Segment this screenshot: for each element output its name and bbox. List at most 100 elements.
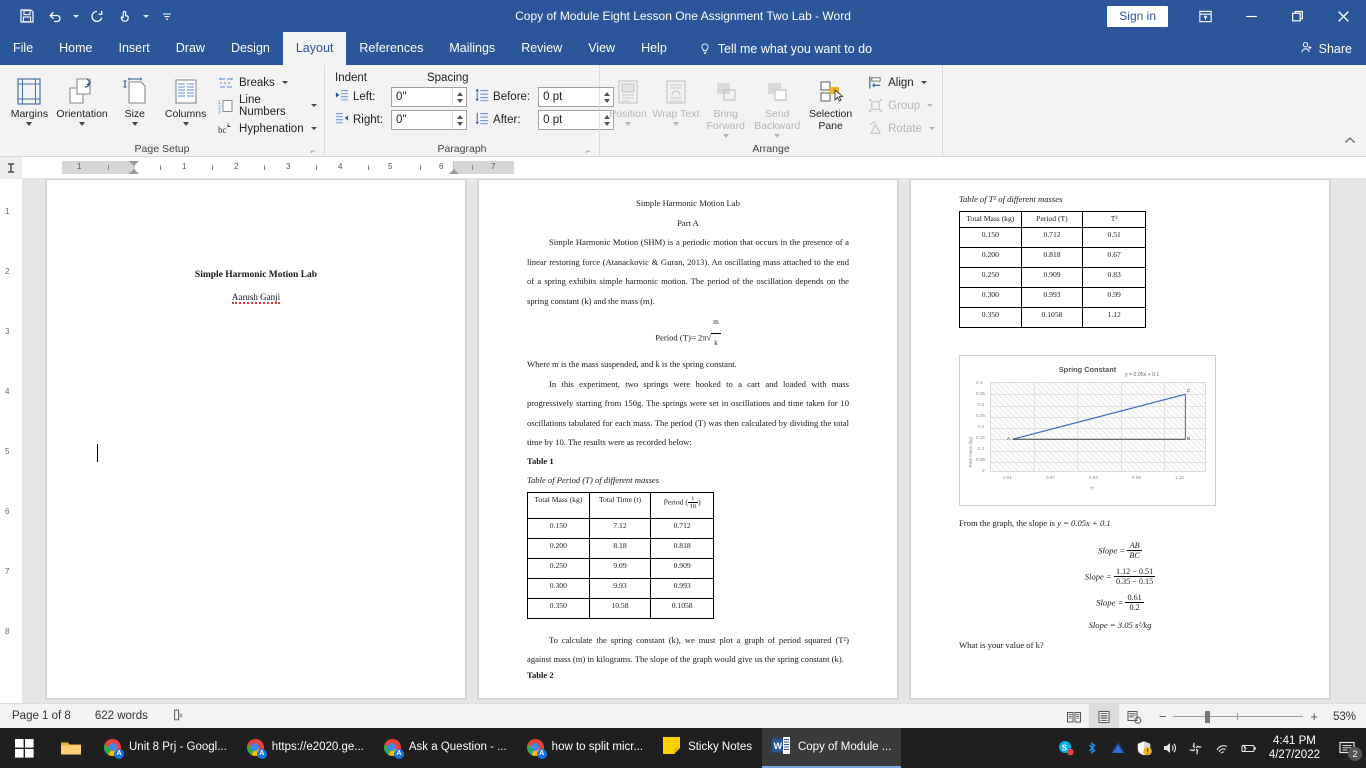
bluetooth-icon[interactable] xyxy=(1079,728,1105,768)
send-backward-button[interactable]: Send Backward xyxy=(752,68,804,138)
send-backward-caret-icon[interactable] xyxy=(774,134,781,138)
right-indent-marker[interactable] xyxy=(449,169,459,174)
tab-view[interactable]: View xyxy=(575,32,628,65)
orientation-caret-icon[interactable] xyxy=(79,122,86,126)
touch-mode-icon[interactable] xyxy=(112,3,138,29)
taskbar-item-4[interactable]: Sticky Notes xyxy=(653,728,762,768)
zoom-out-button[interactable]: − xyxy=(1159,709,1167,724)
spacing-after-input[interactable] xyxy=(539,111,600,129)
align-button[interactable]: Align xyxy=(864,71,938,94)
hyphenation-caret-icon[interactable] xyxy=(310,127,317,130)
indent-left-input[interactable] xyxy=(392,88,453,106)
wrap-text-caret-icon[interactable] xyxy=(672,122,679,126)
taskbar-item-5[interactable]: W Copy of Module ... xyxy=(761,728,902,768)
indent-left-field[interactable] xyxy=(391,87,468,107)
columns-button[interactable]: Columns xyxy=(160,68,211,126)
slack-icon[interactable] xyxy=(1183,728,1209,768)
battery-icon[interactable] xyxy=(1235,728,1261,768)
tab-file[interactable]: File xyxy=(0,32,46,65)
file-explorer-icon[interactable] xyxy=(48,728,94,768)
taskbar-clock[interactable]: 4:41 PM 4/27/2022 xyxy=(1261,734,1328,762)
size-button[interactable]: Size xyxy=(109,68,160,126)
ribbon-display-options-icon[interactable] xyxy=(1182,0,1228,32)
tab-layout[interactable]: Layout xyxy=(282,32,347,65)
indent-right-input[interactable] xyxy=(392,111,453,129)
share-button[interactable]: Share xyxy=(1299,32,1352,65)
hanging-indent-marker[interactable] xyxy=(129,169,139,174)
margins-button[interactable]: Margins xyxy=(4,68,55,126)
close-icon[interactable] xyxy=(1320,0,1366,32)
windows-start-icon[interactable] xyxy=(0,728,48,768)
skype-icon[interactable]: S xyxy=(1053,728,1079,768)
sign-in-button[interactable]: Sign in xyxy=(1107,5,1168,27)
orientation-button[interactable]: Orientation xyxy=(55,68,110,126)
undo-dropdown-icon[interactable] xyxy=(70,3,82,29)
bring-forward-caret-icon[interactable] xyxy=(722,134,729,138)
margins-caret-icon[interactable] xyxy=(26,122,33,126)
horizontal-ruler[interactable]: 1 1 2 3 4 5 6 7 xyxy=(0,156,1366,179)
hyphenation-button[interactable]: bc a Hyphenation xyxy=(215,117,320,140)
word-count[interactable]: 622 words xyxy=(83,710,160,722)
selection-pane-button[interactable]: Selection Pane xyxy=(803,68,858,132)
indent-right-spinner[interactable] xyxy=(452,110,466,130)
undo-icon[interactable] xyxy=(42,3,68,29)
tab-design[interactable]: Design xyxy=(218,32,283,65)
page-setup-dialog-launcher[interactable]: ⌐ xyxy=(308,146,318,156)
print-layout-view-button[interactable] xyxy=(1088,704,1119,729)
tab-draw[interactable]: Draw xyxy=(163,32,218,65)
document-page-3[interactable]: Table of T² of different masses Total Ma… xyxy=(910,179,1330,699)
group-caret-icon[interactable] xyxy=(927,104,934,107)
zoom-slider-thumb[interactable] xyxy=(1205,710,1211,723)
collapse-ribbon-icon[interactable] xyxy=(1340,131,1360,151)
breaks-button[interactable]: Breaks xyxy=(215,71,320,94)
zoom-control[interactable]: − + xyxy=(1149,709,1328,724)
tab-stop-selector[interactable] xyxy=(0,156,22,179)
table2[interactable]: Total Mass (kg) Period (T) T² 0.150 0.71… xyxy=(959,211,1146,328)
wifi-icon[interactable] xyxy=(1209,728,1235,768)
table1[interactable]: Total Mass (kg) Total Time (t) Period (t… xyxy=(527,491,714,619)
document-page-1[interactable]: Simple Harmonic Motion Lab Aarush Ganji xyxy=(46,179,466,699)
security-warning-icon[interactable] xyxy=(1131,728,1157,768)
restore-icon[interactable] xyxy=(1274,0,1320,32)
tab-home[interactable]: Home xyxy=(46,32,105,65)
tab-mailings[interactable]: Mailings xyxy=(436,32,508,65)
zoom-in-button[interactable]: + xyxy=(1310,709,1318,724)
rotate-button[interactable]: Rotate xyxy=(864,117,938,140)
tab-help[interactable]: Help xyxy=(628,32,680,65)
wrap-text-button[interactable]: Wrap Text xyxy=(652,68,700,126)
first-line-indent-marker[interactable] xyxy=(129,161,139,166)
spacing-before-input[interactable] xyxy=(539,88,600,106)
tab-review[interactable]: Review xyxy=(508,32,575,65)
tab-references[interactable]: References xyxy=(346,32,436,65)
customize-qat-icon[interactable] xyxy=(154,3,180,29)
touch-mode-dropdown-icon[interactable] xyxy=(140,3,152,29)
bring-forward-button[interactable]: Bring Forward xyxy=(700,68,752,138)
taskbar-item-1[interactable]: A https://e2020.ge... xyxy=(237,728,374,768)
breaks-caret-icon[interactable] xyxy=(281,81,288,84)
proofing-errors-icon[interactable]: x xyxy=(160,708,198,725)
taskbar-item-0[interactable]: A Unit 8 Prj - Googl... xyxy=(94,728,237,768)
spring-constant-chart[interactable]: Spring Constant y = 0.05x + 0.1 Total ma… xyxy=(959,355,1216,506)
kaspersky-icon[interactable] xyxy=(1105,728,1131,768)
document-page-2[interactable]: Simple Harmonic Motion Lab Part A Simple… xyxy=(478,179,898,699)
columns-caret-icon[interactable] xyxy=(182,122,189,126)
group-button[interactable]: Group xyxy=(864,94,938,117)
vertical-ruler[interactable]: 1 2 3 4 5 6 7 8 xyxy=(0,179,22,703)
tell-me-search[interactable]: Tell me what you want to do xyxy=(680,32,872,65)
rotate-caret-icon[interactable] xyxy=(929,127,936,130)
position-caret-icon[interactable] xyxy=(624,122,631,126)
size-caret-icon[interactable] xyxy=(131,122,138,126)
save-icon[interactable] xyxy=(14,3,40,29)
document-canvas[interactable]: Simple Harmonic Motion Lab Aarush Ganji … xyxy=(22,179,1366,703)
page-indicator[interactable]: Page 1 of 8 xyxy=(0,710,83,722)
tab-insert[interactable]: Insert xyxy=(106,32,163,65)
web-layout-view-button[interactable] xyxy=(1119,704,1149,729)
taskbar-item-3[interactable]: A how to split micr... xyxy=(517,728,653,768)
redo-icon[interactable] xyxy=(84,3,110,29)
zoom-level[interactable]: 53% xyxy=(1328,711,1366,723)
indent-right-field[interactable] xyxy=(391,110,468,130)
align-caret-icon[interactable] xyxy=(920,81,927,84)
taskbar-item-2[interactable]: A Ask a Question - ... xyxy=(374,728,517,768)
minimize-icon[interactable] xyxy=(1228,0,1274,32)
read-mode-view-button[interactable] xyxy=(1059,704,1089,729)
